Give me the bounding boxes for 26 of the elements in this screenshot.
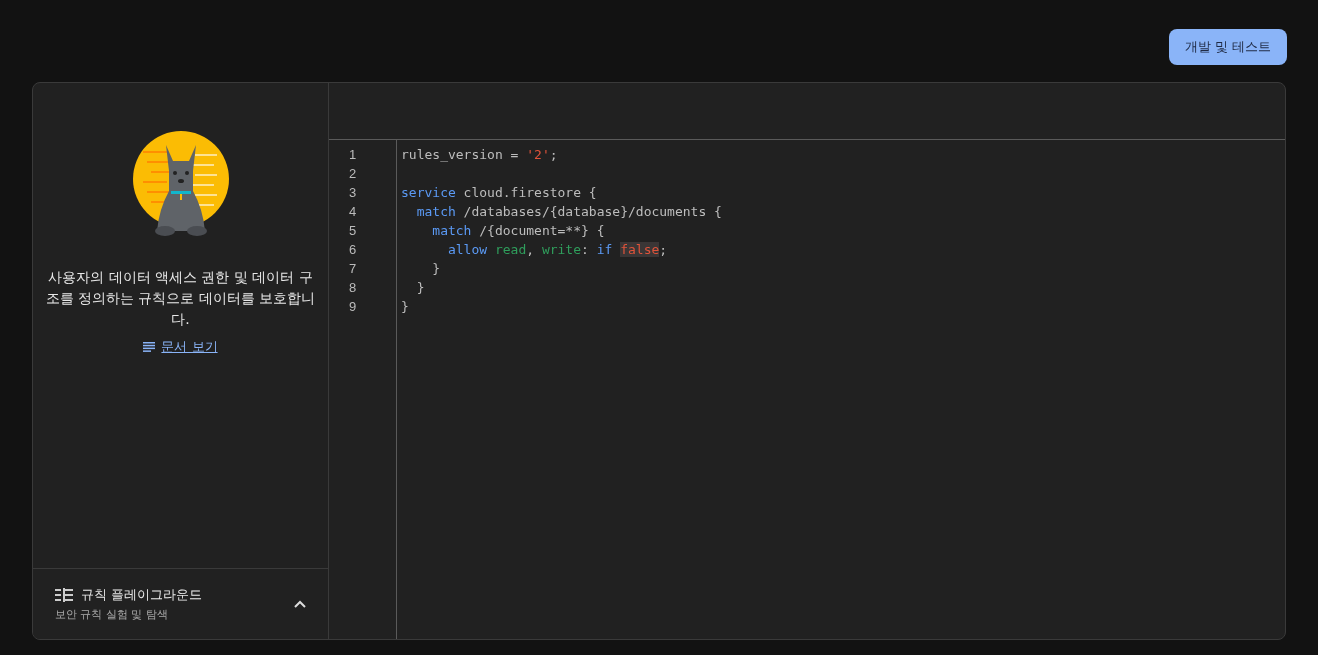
line-number: 9 bbox=[349, 299, 357, 314]
docs-link[interactable]: 문서 보기 bbox=[143, 338, 218, 356]
description-text: 사용자의 데이터 액세스 권한 및 데이터 구조를 정의하는 규칙으로 데이터를 보호합니다. bbox=[45, 268, 316, 329]
code-line: } bbox=[401, 299, 409, 314]
code-line: match /{document=**} { bbox=[431, 223, 605, 238]
line-number: 3 bbox=[349, 185, 357, 200]
list-icon bbox=[143, 342, 156, 352]
code-line: match /databases/{database}/documents { bbox=[415, 204, 722, 219]
code-line: allow read, write: if false; bbox=[446, 242, 668, 257]
code-line: service cloud.firestore { bbox=[401, 185, 597, 200]
line-number: 4 bbox=[349, 204, 357, 219]
line-number: 2 bbox=[349, 166, 357, 181]
line-number: 7 bbox=[349, 261, 357, 276]
line-number: 5 bbox=[349, 223, 357, 238]
playground-subtitle: 보안 규칙 실험 및 탐색 bbox=[55, 607, 169, 622]
code-line: } bbox=[431, 261, 441, 276]
line-number: 6 bbox=[349, 242, 357, 257]
code-line: } bbox=[415, 280, 425, 295]
playground-panel[interactable]: 규칙 플레이그라운드 보안 규칙 실험 및 탐색 bbox=[33, 568, 328, 639]
code-line: rules_version = '2'; bbox=[401, 147, 558, 162]
line-number: 8 bbox=[349, 280, 357, 295]
chevron-icon[interactable] bbox=[294, 600, 306, 608]
playground-title: 규칙 플레이그라운드 bbox=[81, 586, 203, 604]
line-number: 1 bbox=[349, 147, 357, 162]
sliders-icon bbox=[55, 588, 73, 602]
dev-test-button[interactable]: 개발 및 테스트 bbox=[1168, 29, 1287, 65]
